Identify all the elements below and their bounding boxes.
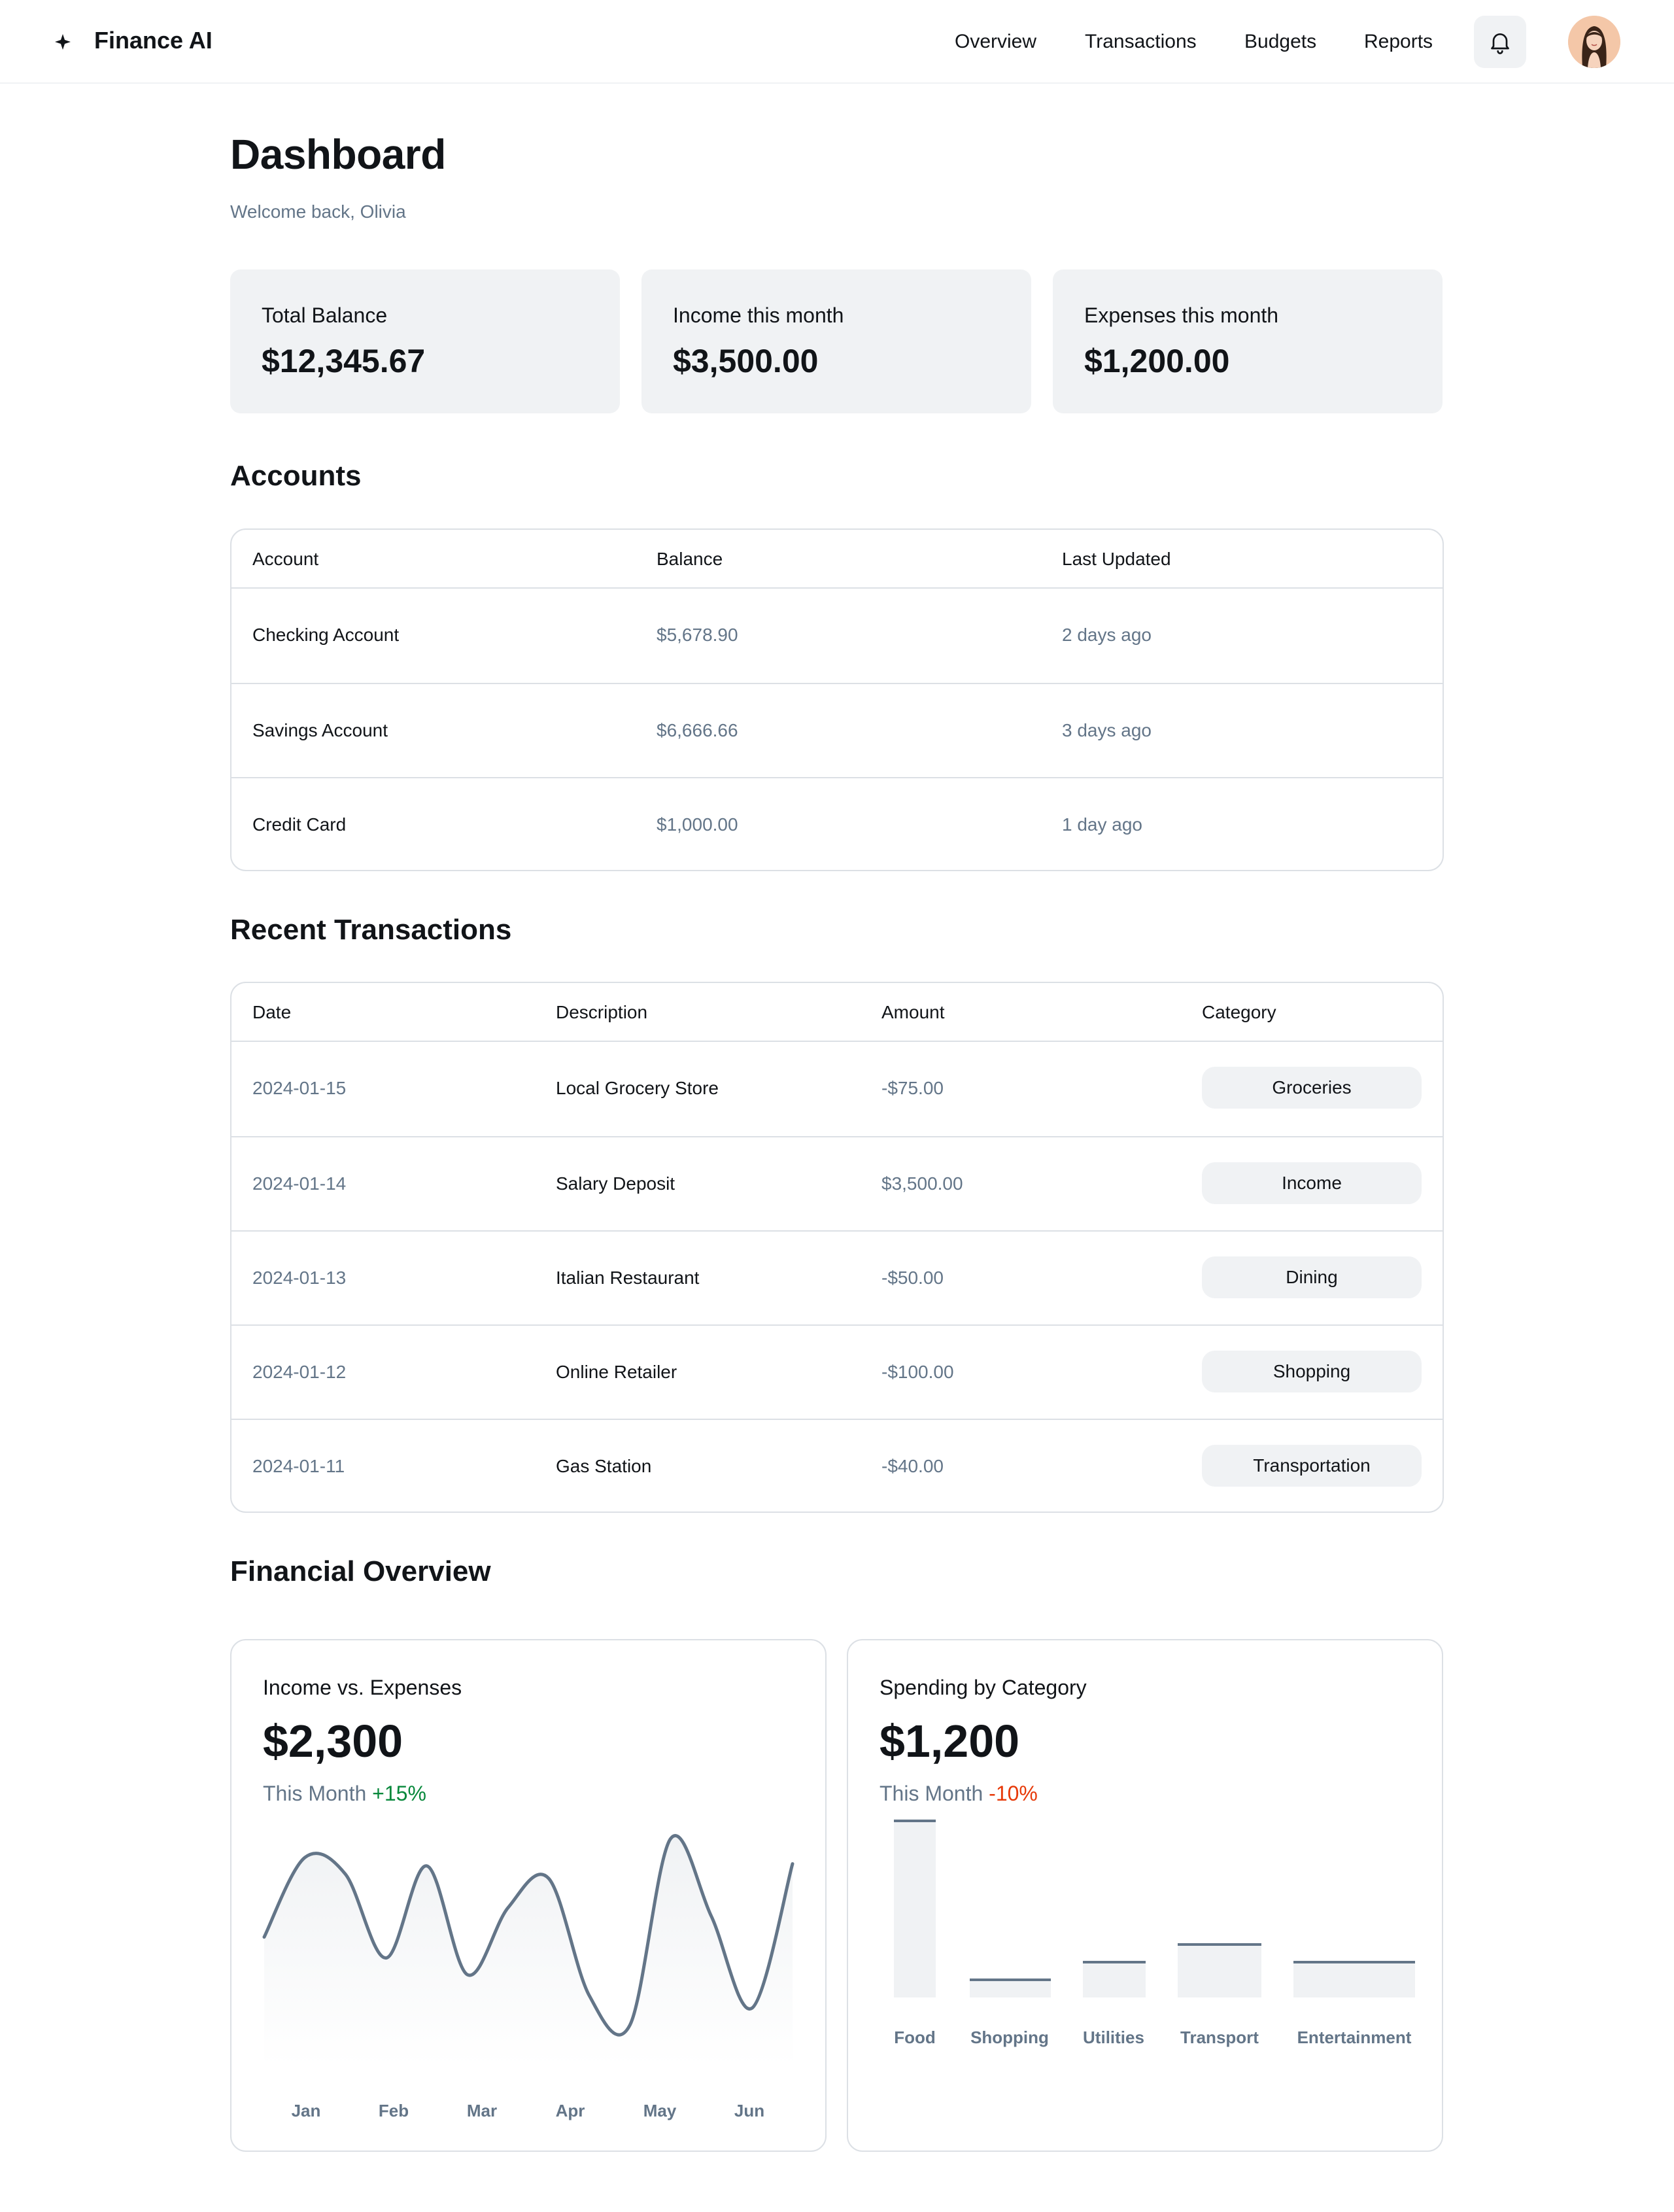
- transactions-heading: Recent Transactions: [230, 914, 512, 946]
- welcome-message: Welcome back, Olivia: [230, 201, 406, 222]
- stat-value: $1,200.00: [1084, 343, 1230, 379]
- column-header: Account: [252, 549, 319, 569]
- account-name: Credit Card: [252, 814, 347, 835]
- stat-value: $12,345.67: [262, 343, 426, 379]
- transaction-description: Local Grocery Store: [556, 1078, 719, 1098]
- accounts-table: Account Balance Last Updated Checking Ac…: [230, 528, 1444, 871]
- transaction-date: 2024-01-11: [252, 1456, 345, 1476]
- table-row[interactable]: 2024-01-11 Gas Station -$40.00 Transport…: [231, 1419, 1443, 1512]
- column-header: Description: [556, 1002, 648, 1022]
- category-badge[interactable]: Shopping: [1202, 1351, 1422, 1392]
- column-header: Category: [1202, 1002, 1276, 1022]
- account-name: Savings Account: [252, 720, 388, 740]
- x-tick-label: Jan: [292, 2101, 321, 2120]
- transaction-amount: -$100.00: [881, 1362, 954, 1382]
- user-avatar[interactable]: [1568, 16, 1620, 68]
- transaction-description: Online Retailer: [556, 1362, 677, 1382]
- stat-card-income: Income this month $3,500.00: [641, 269, 1031, 413]
- transaction-date: 2024-01-13: [252, 1268, 347, 1288]
- table-row[interactable]: Savings Account $6,666.66 3 days ago: [231, 683, 1443, 777]
- transaction-amount: -$40.00: [881, 1456, 944, 1476]
- column-header: Last Updated: [1062, 549, 1171, 569]
- page-title: Dashboard: [230, 131, 446, 178]
- category-badge[interactable]: Groceries: [1202, 1067, 1422, 1109]
- bell-icon: [1491, 33, 1509, 54]
- bar: [894, 1821, 936, 1997]
- category-badge[interactable]: Dining: [1202, 1256, 1422, 1298]
- account-name: Checking Account: [252, 625, 400, 645]
- stat-card-expenses: Expenses this month $1,200.00: [1053, 269, 1443, 413]
- x-tick-label: Mar: [467, 2101, 497, 2120]
- category-badge[interactable]: Income: [1202, 1162, 1422, 1204]
- x-tick-label: Apr: [556, 2101, 585, 2120]
- transaction-date: 2024-01-14: [252, 1173, 347, 1194]
- nav-overview[interactable]: Overview: [955, 29, 1036, 55]
- nav-budgets[interactable]: Budgets: [1244, 29, 1316, 55]
- transaction-description: Salary Deposit: [556, 1173, 675, 1194]
- account-updated: 1 day ago: [1062, 814, 1142, 835]
- category-label: Shopping: [970, 2028, 1049, 2047]
- sparkle-icon: [55, 34, 71, 50]
- account-balance: $6,666.66: [657, 720, 738, 740]
- table-row[interactable]: Credit Card $1,000.00 1 day ago: [231, 777, 1443, 870]
- spending-by-category-card: Spending by Category $1,200 This Month -…: [847, 1639, 1443, 2152]
- top-navigation-bar: Finance AI Overview Transactions Budgets…: [0, 0, 1674, 84]
- account-updated: 3 days ago: [1062, 720, 1152, 740]
- stat-label: Expenses this month: [1084, 303, 1279, 327]
- bar: [970, 1980, 1051, 1997]
- column-header: Date: [252, 1002, 292, 1022]
- transaction-description: Gas Station: [556, 1456, 652, 1476]
- category-label: Food: [894, 2028, 936, 2047]
- bar: [1178, 1944, 1261, 1997]
- category-label: Utilities: [1083, 2028, 1144, 2047]
- transaction-amount: -$50.00: [881, 1268, 944, 1288]
- bar: [1083, 1962, 1146, 1997]
- category-badge[interactable]: Transportation: [1202, 1445, 1422, 1487]
- transaction-amount: $3,500.00: [881, 1173, 963, 1194]
- stat-card-total-balance: Total Balance $12,345.67: [230, 269, 620, 413]
- table-header: Date Description Amount Category: [231, 983, 1443, 1042]
- transaction-description: Italian Restaurant: [556, 1268, 700, 1288]
- transaction-amount: -$75.00: [881, 1078, 944, 1098]
- table-row[interactable]: Checking Account $5,678.90 2 days ago: [231, 589, 1443, 683]
- x-tick-label: Jun: [734, 2101, 764, 2120]
- stat-label: Income this month: [673, 303, 844, 327]
- income-line-chart: Jan Feb Mar Apr May Jun: [262, 1834, 794, 2120]
- table-row[interactable]: 2024-01-14 Salary Deposit $3,500.00 Inco…: [231, 1136, 1443, 1230]
- stat-label: Total Balance: [262, 303, 388, 327]
- account-balance: $1,000.00: [657, 814, 738, 835]
- table-row[interactable]: 2024-01-13 Italian Restaurant -$50.00 Di…: [231, 1230, 1443, 1324]
- notifications-button[interactable]: [1474, 16, 1526, 68]
- table-row[interactable]: 2024-01-12 Online Retailer -$100.00 Shop…: [231, 1324, 1443, 1419]
- transaction-date: 2024-01-15: [252, 1078, 347, 1098]
- app-title[interactable]: Finance AI: [94, 25, 213, 56]
- transaction-date: 2024-01-12: [252, 1362, 347, 1382]
- table-row[interactable]: 2024-01-15 Local Grocery Store -$75.00 G…: [231, 1042, 1443, 1136]
- category-label: Transport: [1180, 2028, 1259, 2047]
- account-updated: 2 days ago: [1062, 625, 1152, 645]
- x-tick-label: Feb: [379, 2101, 409, 2120]
- nav-transactions[interactable]: Transactions: [1085, 29, 1197, 55]
- accounts-heading: Accounts: [230, 460, 362, 492]
- income-vs-expenses-card: Income vs. Expenses $2,300 This Month +1…: [230, 1639, 827, 2152]
- avatar-portrait-icon: [1568, 16, 1620, 68]
- category-label: Entertainment: [1297, 2028, 1412, 2047]
- spending-bar-chart: Food Shopping Utilities Transport Entertainm…: [894, 1820, 1415, 2047]
- column-header: Amount: [881, 1002, 945, 1022]
- nav-reports[interactable]: Reports: [1364, 29, 1433, 55]
- stat-value: $3,500.00: [673, 343, 819, 379]
- table-header: Account Balance Last Updated: [231, 530, 1443, 589]
- x-tick-label: May: [643, 2101, 677, 2120]
- financial-overview-heading: Financial Overview: [230, 1555, 491, 1587]
- account-balance: $5,678.90: [657, 625, 738, 645]
- column-header: Balance: [657, 549, 723, 569]
- transactions-table: Date Description Amount Category 2024-01…: [230, 982, 1444, 1513]
- bar: [1293, 1962, 1415, 1997]
